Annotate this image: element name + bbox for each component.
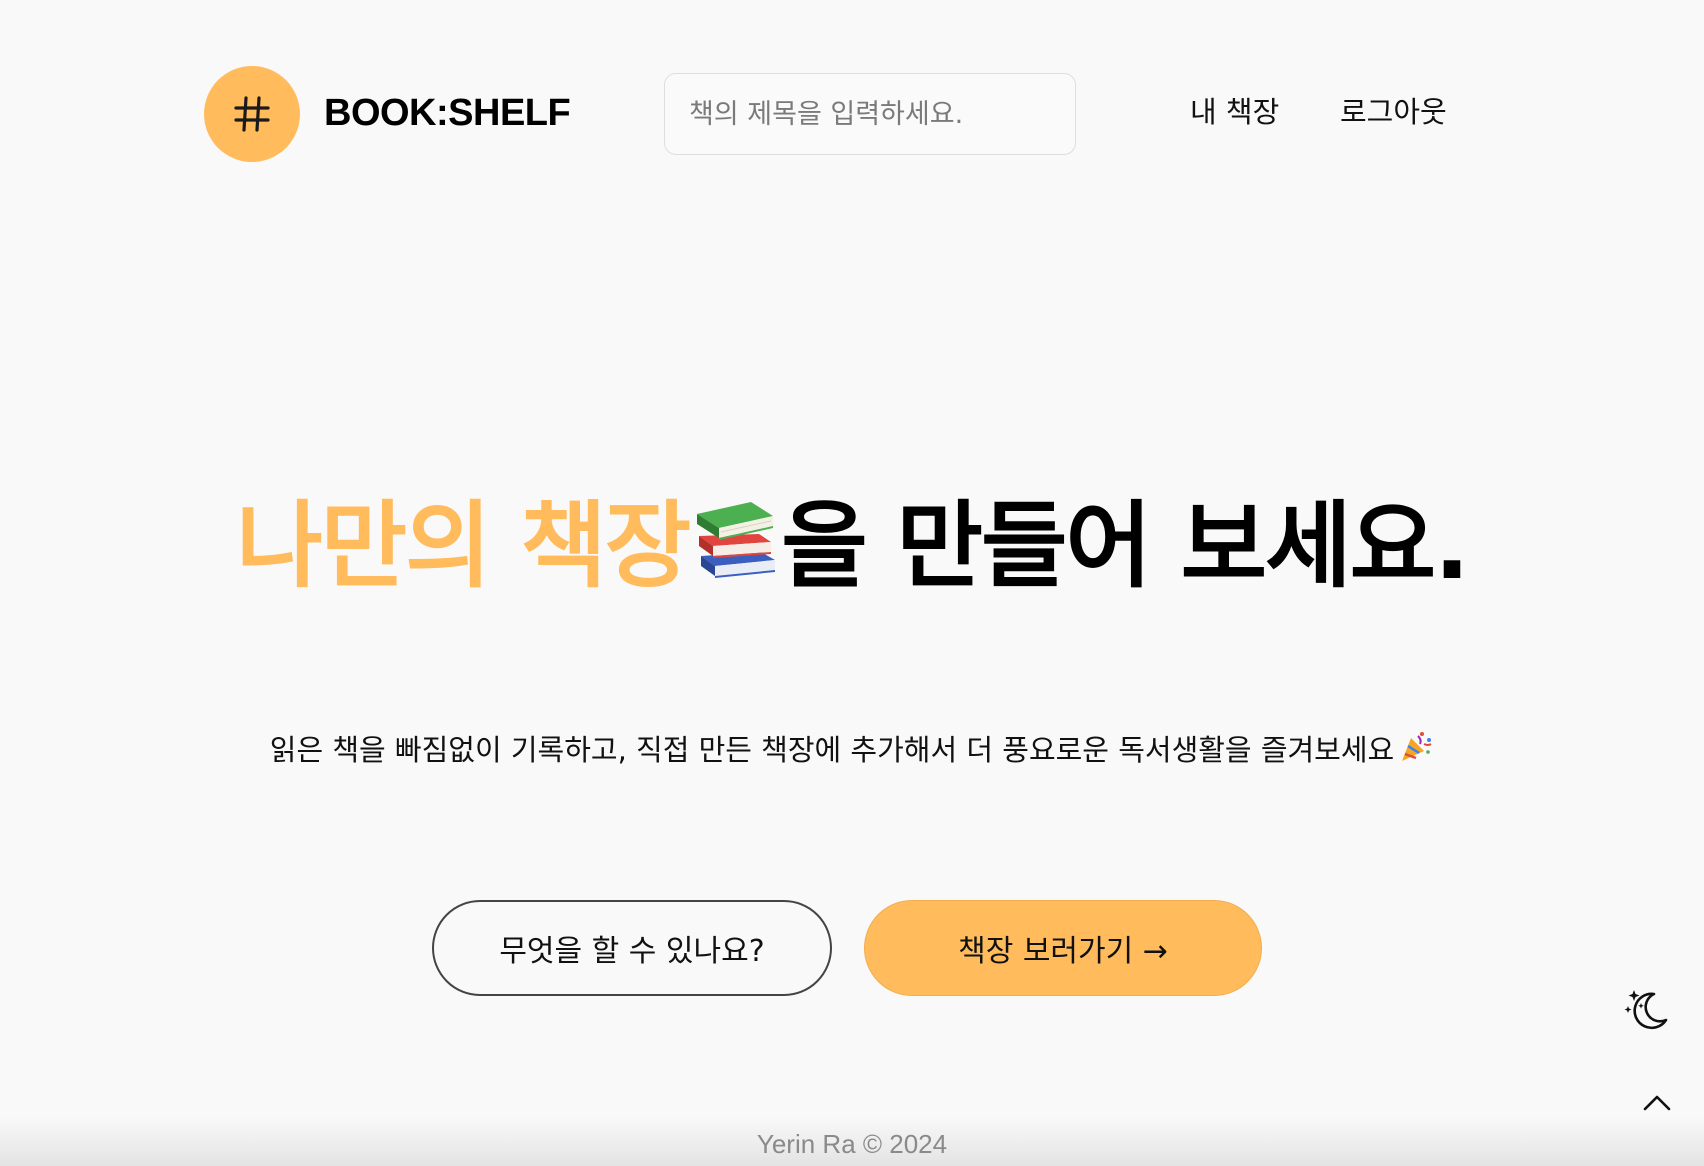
scroll-top-button[interactable]: [1642, 1092, 1672, 1114]
what-can-i-do-button[interactable]: 무엇을 할 수 있나요?: [432, 900, 832, 996]
search-box: [664, 73, 1076, 155]
moon-stars-icon: [1624, 990, 1668, 1030]
books-icon: [697, 502, 776, 578]
hash-icon: [234, 96, 270, 132]
footer-copyright: Yerin Ra © 2024: [756, 1129, 948, 1159]
header: BOOK:SHELF 내 책장 로그아웃: [0, 0, 1704, 230]
chevron-up-icon: [1643, 1095, 1671, 1111]
logo[interactable]: [204, 66, 300, 162]
go-to-bookshelf-button[interactable]: 책장 보러가기 →: [864, 900, 1262, 996]
page: BOOK:SHELF 내 책장 로그아웃 나만의 책장: [0, 0, 1704, 1166]
hero-title-accent: 나만의 책장: [236, 492, 691, 601]
party-popper-icon: [1402, 732, 1432, 761]
hero-subtitle-text: 읽은 책을 빠짐없이 기록하고, 직접 만든 책장에 추가해서 더 풍요로운 독…: [269, 733, 1395, 767]
search-input[interactable]: [689, 74, 1075, 154]
nav-my-bookshelf[interactable]: 내 책장: [1190, 92, 1279, 132]
brand-name[interactable]: BOOK:SHELF: [324, 88, 571, 138]
nav-logout[interactable]: 로그아웃: [1340, 92, 1447, 132]
theme-toggle-button[interactable]: [1624, 986, 1670, 1032]
hero-title: 나만의 책장 을 만들어 보세요.: [0, 492, 1704, 602]
hero-subtitle: 읽은 책을 빠짐없이 기록하고, 직접 만든 책장에 추가해서 더 풍요로운 독…: [0, 728, 1704, 770]
hero-title-rest: 을 만들어 보세요.: [781, 492, 1470, 601]
